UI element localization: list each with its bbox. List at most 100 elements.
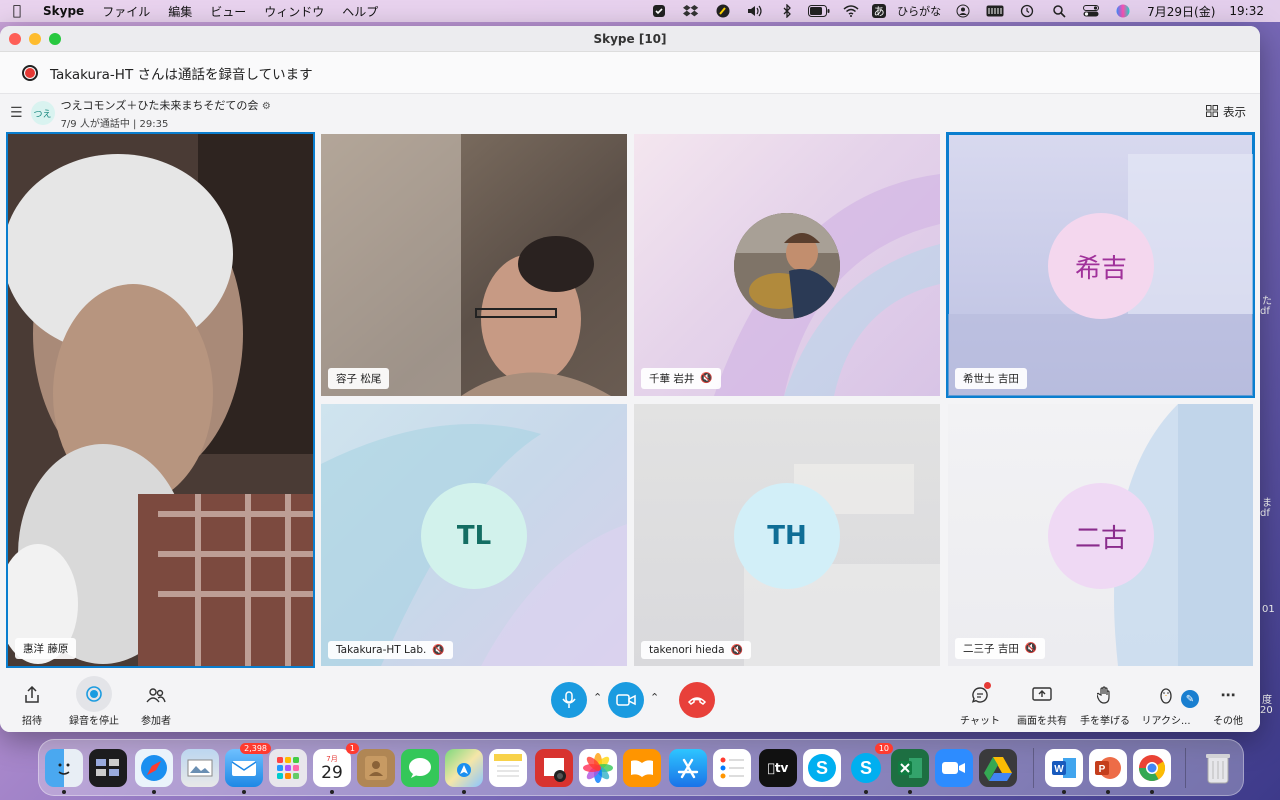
siri-icon[interactable] (1112, 4, 1134, 18)
reminders-icon[interactable] (713, 749, 751, 787)
mission-control-icon[interactable] (89, 749, 127, 787)
chrome-icon[interactable] (1133, 749, 1171, 794)
photos-icon[interactable] (579, 749, 617, 787)
participant-name-tag: takenori hieda 🔇 (641, 641, 751, 659)
mail-icon[interactable]: 2,398 (225, 743, 271, 794)
view-label: 表示 (1223, 105, 1246, 119)
window-title: Skype [10] (593, 31, 667, 46)
battery-icon[interactable] (808, 4, 830, 18)
participant-tile-initials[interactable]: TH takenori hieda 🔇 (634, 404, 940, 666)
excel-icon[interactable] (891, 749, 929, 794)
hamburger-menu-icon[interactable]: ☰ (10, 105, 23, 121)
finder-icon[interactable] (45, 749, 83, 794)
app-store-icon[interactable] (669, 749, 707, 787)
microphone-button[interactable] (551, 682, 587, 718)
participant-name: 惠洋 藤原 (23, 643, 69, 655)
stop-recording-button[interactable]: 録音を停止 (66, 676, 122, 727)
participants-label: 参加者 (141, 716, 171, 727)
maps-icon[interactable] (445, 749, 483, 794)
apple-menu-icon[interactable]:  (0, 3, 34, 19)
trash-icon[interactable] (1199, 749, 1237, 787)
participant-tile-initials[interactable]: TL Takakura-HT Lab. 🔇 (321, 404, 627, 666)
view-layout-button[interactable]: 表示 (1206, 104, 1246, 120)
control-center-icon[interactable] (1080, 4, 1102, 18)
participant-initials-avatar: TL (421, 483, 527, 589)
menu-help[interactable]: ヘルプ (333, 3, 387, 20)
group-name[interactable]: つえコモンズ＋ひた未来まちそだての会 (61, 99, 259, 112)
participant-name: 希世士 吉田 (963, 373, 1019, 385)
running-indicator (908, 790, 912, 794)
input-source-icon[interactable]: あ (872, 4, 887, 18)
participants-button[interactable]: 参加者 (136, 678, 176, 727)
menubar-date[interactable]: 7月29日(金) (1147, 3, 1215, 20)
recording-banner-text: Takakura-HT さんは通話を録音しています (50, 66, 313, 83)
apple-tv-icon[interactable]: tv (759, 749, 797, 787)
participant-tile-video[interactable]: 容子 松尾 (321, 134, 627, 396)
calendar-badge: 1 (345, 743, 359, 754)
muted-mic-icon: 🔇 (730, 644, 743, 656)
menu-window[interactable]: ウィンドウ (255, 3, 333, 20)
skype-icon[interactable]: S (803, 749, 841, 787)
wifi-icon[interactable] (840, 4, 862, 18)
participant-tile-photo[interactable]: 千華 岩井 🔇 (634, 134, 940, 396)
safari-icon[interactable] (135, 749, 173, 794)
user-account-icon[interactable] (952, 4, 974, 18)
menu-app-name[interactable]: Skype (34, 4, 93, 18)
svg-text:W: W (1054, 764, 1064, 775)
contacts-icon[interactable] (357, 749, 395, 787)
zoom-icon[interactable] (935, 749, 973, 787)
spotlight-search-icon[interactable] (1048, 4, 1070, 18)
participant-video-frame (8, 134, 313, 666)
photo-booth-icon[interactable] (535, 749, 573, 787)
notes-icon[interactable] (489, 749, 527, 787)
chat-button[interactable]: チャット (956, 678, 1004, 727)
menu-file[interactable]: ファイル (93, 3, 159, 20)
preview-icon[interactable] (181, 749, 219, 787)
participant-tile-initials[interactable]: 二古 二三子 吉田 🔇 (948, 404, 1253, 666)
participant-initials-avatar: TH (734, 483, 840, 589)
calendar-icon[interactable]: 7月 29 1 (313, 743, 359, 794)
google-drive-icon[interactable] (979, 749, 1017, 787)
input-source-label[interactable]: ひらがな (897, 3, 941, 19)
desktop-file-label: た (1262, 296, 1272, 307)
menubar-time[interactable]: 19:32 (1229, 4, 1264, 18)
participant-tile-initials[interactable]: 希吉 希世士 吉田 (946, 132, 1255, 398)
end-call-button[interactable] (679, 682, 715, 718)
bluetooth-icon[interactable] (776, 4, 798, 18)
mic-options-chevron-icon[interactable]: ⌃ (593, 691, 602, 704)
more-options-button[interactable]: ⋯ その他 (1208, 678, 1248, 727)
powerpoint-icon[interactable]: P (1089, 749, 1127, 794)
share-screen-button[interactable]: 画面を共有 (1012, 678, 1072, 727)
dropbox-icon[interactable] (680, 4, 702, 18)
checkmark-status-icon[interactable] (648, 4, 670, 18)
menu-view[interactable]: ビュー (201, 3, 255, 20)
reactions-button[interactable]: ✎ リアクシ... (1138, 678, 1199, 727)
window-zoom-button[interactable] (49, 32, 61, 45)
svg-text:P: P (1099, 764, 1106, 775)
window-close-button[interactable] (9, 32, 21, 45)
invite-button[interactable]: 招待 (14, 678, 50, 727)
raise-hand-label: 手を挙げる (1080, 716, 1130, 727)
skype-running-icon[interactable]: S 10 (847, 743, 893, 794)
word-icon[interactable]: W (1045, 749, 1083, 794)
pencil-edit-icon[interactable]: ✎ (1181, 690, 1199, 708)
raise-hand-button[interactable]: 手を挙げる (1076, 678, 1134, 727)
window-titlebar[interactable]: Skype [10] (0, 26, 1260, 52)
mail-badge: 2,398 (240, 743, 271, 754)
camera-button[interactable] (608, 682, 644, 718)
muted-mic-icon: 🔇 (1024, 643, 1038, 654)
books-icon[interactable] (623, 749, 661, 787)
messages-icon[interactable] (401, 749, 439, 787)
volume-icon[interactable] (744, 4, 766, 18)
window-minimize-button[interactable] (29, 32, 41, 45)
pen-tool-icon[interactable] (712, 4, 734, 18)
time-machine-icon[interactable] (1016, 4, 1038, 18)
group-avatar[interactable]: つえ (30, 101, 55, 125)
settings-gear-icon[interactable]: ⚙ (262, 101, 271, 112)
keyboard-icon[interactable] (984, 4, 1006, 18)
menu-edit[interactable]: 編集 (159, 3, 201, 20)
launchpad-icon[interactable] (269, 749, 307, 787)
participant-tile-video[interactable]: 惠洋 藤原 (6, 132, 315, 668)
participant-name: takenori hieda (649, 644, 725, 656)
camera-options-chevron-icon[interactable]: ⌃ (650, 691, 659, 704)
